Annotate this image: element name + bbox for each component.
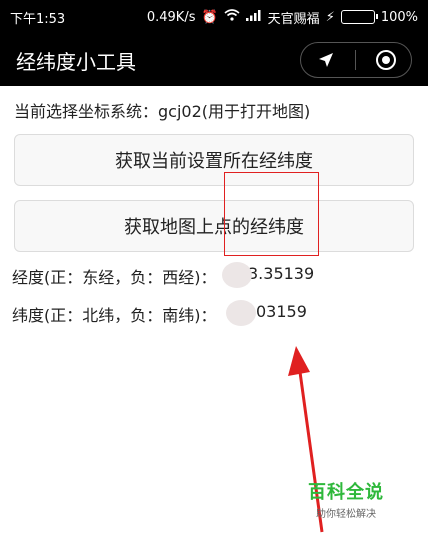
watermark: 百科全说 助你轻松解决 — [308, 478, 384, 520]
watermark-brand: 百科全说 — [308, 482, 384, 503]
annotation-arrow — [288, 346, 324, 533]
watermark-slogan: 助你轻松解决 — [316, 509, 376, 520]
